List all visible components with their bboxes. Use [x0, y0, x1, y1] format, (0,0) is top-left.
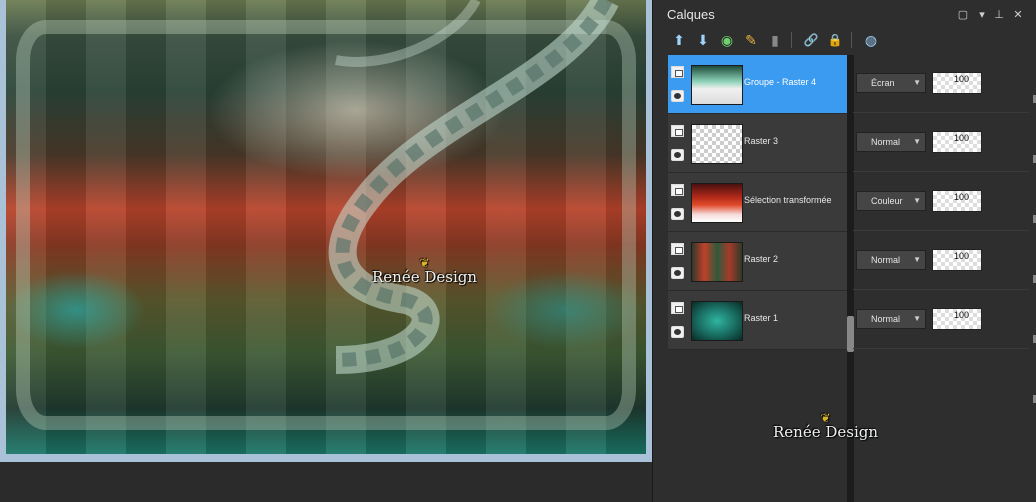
layers-toolbar: ⬆ ⬇ ◉ ✎ ▮ 🔗 🔒 ◍ [665, 30, 1025, 52]
eye-icon[interactable] [671, 149, 684, 161]
link-icon[interactable]: 🔗 [801, 30, 821, 50]
layer-list: Groupe - Raster 4 Raster 3 Sélection tra… [668, 55, 848, 350]
layer-name[interactable]: Groupe - Raster 4 [744, 77, 816, 87]
maximize-icon[interactable]: ▢ [956, 8, 970, 22]
opacity-value: 100 [953, 251, 969, 261]
blend-mode-value: Normal [871, 314, 901, 324]
new-layer-icon[interactable]: ⬆ [669, 30, 689, 50]
canvas-watermark: ❦ Renée Design [372, 256, 478, 286]
opacity-field[interactable]: 100 [932, 72, 982, 94]
blend-mode-value: Normal [871, 255, 901, 265]
layer-thumbnail [691, 242, 743, 282]
group-icon[interactable] [671, 243, 684, 255]
toolbar-separator [791, 32, 792, 48]
close-icon[interactable]: ✕ [1011, 8, 1025, 22]
layer-row[interactable]: Raster 1 [668, 291, 847, 350]
film-strip-decoration [328, 0, 619, 374]
panel-header: Calques ▢ ▾ ⊥ ✕ [653, 0, 1036, 30]
visibility-icon[interactable]: ◉ [717, 30, 737, 50]
blend-mode-select[interactable]: Normal ▼ [856, 132, 926, 152]
group-icon[interactable] [671, 125, 684, 137]
toolbar-separator [851, 32, 852, 48]
opacity-value: 100 [953, 133, 969, 143]
palette-icon[interactable]: ◍ [861, 30, 881, 50]
blend-mode-value: Normal [871, 137, 901, 147]
group-icon[interactable] [671, 184, 684, 196]
eye-icon[interactable] [671, 326, 684, 338]
butterfly-icon: ❦ [419, 256, 430, 270]
layer-thumbnail [691, 65, 743, 105]
chevron-down-icon: ▼ [913, 78, 921, 87]
layer-row[interactable]: Raster 3 [668, 114, 847, 173]
image-canvas-frame: ❦ Renée Design [0, 0, 652, 462]
eye-icon[interactable] [671, 267, 684, 279]
layer-name[interactable]: Raster 3 [744, 136, 778, 146]
properties-icon[interactable]: ✎ [741, 30, 761, 50]
pin-icon[interactable]: ⊥ [992, 8, 1006, 22]
opacity-value: 100 [953, 192, 969, 202]
butterfly-icon: ❦ [820, 411, 831, 425]
layer-row[interactable]: Raster 2 [668, 232, 847, 291]
layer-row[interactable]: Groupe - Raster 4 [668, 55, 847, 114]
canvas-watermark-text: Renée Design [372, 268, 478, 286]
opacity-field[interactable]: 100 [932, 308, 982, 330]
panel-watermark: ❦ Renée Design [773, 411, 879, 441]
row-divider [853, 230, 1029, 231]
menu-icon[interactable]: ▾ [975, 8, 989, 22]
eye-icon[interactable] [671, 208, 684, 220]
row-divider [853, 112, 1029, 113]
layer-row[interactable]: Sélection transformée [668, 173, 847, 232]
row-divider [853, 289, 1029, 290]
blend-mode-select[interactable]: Normal ▼ [856, 250, 926, 270]
layer-thumbnail [691, 183, 743, 223]
chevron-down-icon: ▼ [913, 314, 921, 323]
opacity-field[interactable]: 100 [932, 190, 982, 212]
opacity-value: 100 [953, 310, 969, 320]
mask-icon[interactable]: ▮ [765, 30, 785, 50]
layer-scrollbar-thumb[interactable] [847, 316, 854, 352]
opacity-value: 100 [953, 74, 969, 84]
layer-thumbnail [691, 301, 743, 341]
group-icon[interactable] [671, 302, 684, 314]
panel-watermark-text: Renée Design [773, 423, 879, 441]
layer-name[interactable]: Sélection transformée [744, 195, 832, 205]
chevron-down-icon: ▼ [913, 137, 921, 146]
opacity-field[interactable]: 100 [932, 131, 982, 153]
chevron-down-icon: ▼ [913, 196, 921, 205]
row-divider [853, 348, 1029, 349]
new-raster-icon[interactable]: ⬇ [693, 30, 713, 50]
opacity-field[interactable]: 100 [932, 249, 982, 271]
layers-panel: Calques ▢ ▾ ⊥ ✕ ⬆ ⬇ ◉ ✎ ▮ 🔗 🔒 ◍ Groupe -… [652, 0, 1036, 502]
blend-mode-select[interactable]: Normal ▼ [856, 309, 926, 329]
layer-name[interactable]: Raster 1 [744, 313, 778, 323]
layer-thumbnail [691, 124, 743, 164]
status-strip [0, 462, 652, 502]
blend-mode-select[interactable]: Couleur ▼ [856, 191, 926, 211]
blend-mode-select[interactable]: Écran ▼ [856, 73, 926, 93]
chevron-down-icon: ▼ [913, 255, 921, 264]
panel-title: Calques [667, 7, 715, 22]
eye-icon[interactable] [671, 90, 684, 102]
blend-mode-value: Couleur [871, 196, 903, 206]
group-icon[interactable] [671, 66, 684, 78]
row-divider [853, 171, 1029, 172]
layer-name[interactable]: Raster 2 [744, 254, 778, 264]
lock-icon[interactable]: 🔒 [825, 30, 845, 50]
artwork-canvas[interactable] [6, 0, 646, 454]
blend-mode-value: Écran [871, 78, 895, 88]
